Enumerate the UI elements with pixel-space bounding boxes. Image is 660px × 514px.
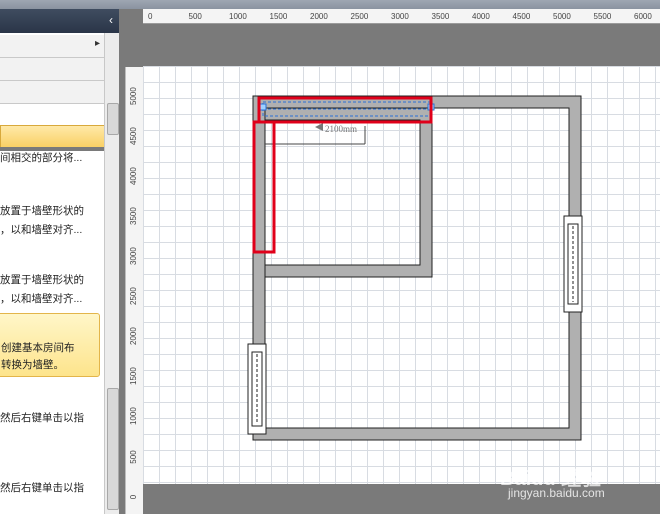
ruler-tick-label: 2500 bbox=[129, 287, 138, 305]
ruler-tick-label: 2000 bbox=[129, 327, 138, 345]
tip-line: 转换为墙壁。 bbox=[1, 359, 64, 371]
scroll-thumb-bottom[interactable] bbox=[107, 388, 119, 510]
ruler-tick-label: 3500 bbox=[431, 12, 450, 21]
selection-handle[interactable] bbox=[259, 103, 267, 111]
ruler-tick-label: 6000 bbox=[634, 12, 652, 21]
ruler-tick-label: 500 bbox=[129, 450, 138, 464]
ruler-tick-label: 4500 bbox=[129, 127, 138, 145]
panel-row-1[interactable]: ▸ bbox=[0, 35, 104, 58]
ruler-tick-label: 0 bbox=[148, 12, 153, 21]
ruler-tick-label: 5500 bbox=[593, 12, 612, 21]
ruler-tick-label: 3000 bbox=[391, 12, 409, 21]
ruler-tick-label: 1500 bbox=[269, 12, 288, 21]
chevron-left-icon[interactable]: ‹ bbox=[109, 12, 113, 28]
chevron-right-icon: ▸ bbox=[94, 38, 100, 49]
vertical-ruler-scale: 5000 4500 4000 3500 3000 2500 2000 1500 1000 500 0 bbox=[125, 67, 143, 514]
ruler-tick-label: 5000 bbox=[129, 87, 138, 105]
canvas-top-margin bbox=[143, 24, 660, 66]
ruler-tick-label: 4500 bbox=[512, 12, 531, 21]
ruler-tick-label: 3000 bbox=[129, 247, 138, 265]
ruler-tick-label: 4000 bbox=[129, 167, 138, 185]
scroll-thumb-top[interactable] bbox=[107, 103, 119, 135]
watermark-url: jingyan.baidu.com bbox=[508, 486, 605, 500]
ruler-tick-label: 4000 bbox=[472, 12, 490, 21]
ruler-tick-label: 500 bbox=[188, 12, 202, 21]
panel-header: ‹ bbox=[0, 9, 119, 33]
ruler-tick-label: 3500 bbox=[129, 207, 138, 225]
shapes-panel: ‹ ▸ 间相交的部分将... 放置于墙壁形状的 ，以和墙壁对齐... 放置于墙壁… bbox=[0, 9, 119, 514]
ruler-tick-label: 0 bbox=[129, 494, 138, 500]
dimension-arrow-icon bbox=[315, 123, 323, 131]
shape-description: 然后右键单击以指 bbox=[0, 412, 84, 424]
panel-row-3[interactable] bbox=[0, 81, 104, 104]
ruler-tick-label: 2500 bbox=[350, 12, 369, 21]
shape-description: 然后右键单击以指 bbox=[0, 482, 84, 494]
shape-description: ，以和墙壁对齐... bbox=[0, 224, 83, 236]
panel-row-selected[interactable] bbox=[0, 125, 106, 149]
horizontal-ruler: 0 500 1000 1500 2000 2500 3000 3500 4000 4500 5000… bbox=[143, 9, 660, 24]
panel-row-2[interactable] bbox=[0, 58, 104, 81]
ruler-tick-label: 5000 bbox=[553, 12, 571, 21]
shape-description: 间相交的部分将... bbox=[0, 152, 83, 164]
ruler-tick-label: 1500 bbox=[129, 367, 138, 385]
dimension-label: 2100mm bbox=[325, 124, 357, 134]
shape-description: 放置于墙壁形状的 bbox=[0, 205, 84, 217]
tooltip-box: 创建基本房间布 转换为墙壁。 bbox=[0, 313, 100, 377]
ruler-tick-label: 2000 bbox=[310, 12, 328, 21]
vertical-ruler: 5000 4500 4000 3500 3000 2500 2000 1500 1000 500 0 bbox=[119, 9, 143, 514]
drawing-canvas[interactable]: 2100mm bbox=[143, 66, 660, 484]
ruler-tick-label: 1000 bbox=[129, 407, 138, 425]
shape-description: 放置于墙壁形状的 bbox=[0, 274, 84, 286]
ruler-tick-label: 1000 bbox=[229, 12, 247, 21]
shape-description: ，以和墙壁对齐... bbox=[0, 293, 83, 305]
floor-plan: 2100mm bbox=[247, 95, 583, 441]
panel-scrollbar[interactable] bbox=[104, 33, 119, 514]
